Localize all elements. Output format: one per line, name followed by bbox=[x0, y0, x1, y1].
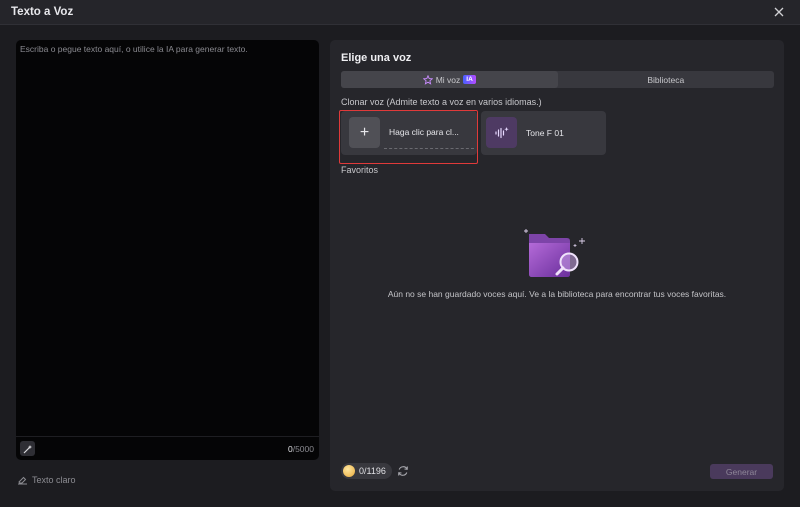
eraser-icon bbox=[18, 476, 27, 485]
clone-voice-card-label: Haga clic para cl... bbox=[389, 127, 459, 137]
credit-balance: 0/1196 bbox=[341, 463, 392, 479]
character-limit: /5000 bbox=[292, 444, 314, 454]
coin-icon bbox=[343, 465, 355, 477]
empty-folder-search-icon bbox=[524, 229, 585, 277]
tab-my-voice-label: Mi voz bbox=[435, 74, 461, 85]
credits-area: 0/1196 bbox=[341, 463, 409, 479]
voice-panel: Elige una voz Mi voz IA Biblioteca Clona… bbox=[330, 40, 784, 491]
text-editor-area: 0/5000 bbox=[16, 40, 319, 460]
character-counter: 0/5000 bbox=[288, 444, 314, 454]
panel-title: Elige una voz bbox=[341, 52, 412, 64]
tab-my-voice[interactable]: Mi voz IA bbox=[341, 71, 558, 88]
text-input[interactable] bbox=[16, 40, 319, 435]
title-bar: Texto a Voz bbox=[0, 0, 800, 25]
close-icon[interactable] bbox=[772, 5, 786, 19]
clone-voice-label: Clonar voz (Admite texto a voz en varios… bbox=[341, 97, 542, 107]
voice-tabs: Mi voz IA Biblioteca bbox=[341, 71, 774, 88]
favorites-label: Favoritos bbox=[341, 165, 379, 175]
voice-name: Tone F 01 bbox=[526, 128, 564, 138]
ai-write-button[interactable] bbox=[20, 441, 35, 456]
dashed-underline bbox=[384, 148, 474, 149]
star-icon bbox=[422, 74, 433, 85]
plus-icon: + bbox=[349, 117, 380, 148]
empty-favorites-message: Aún no se han guardado voces aquí. Ve a … bbox=[387, 289, 727, 299]
magic-pen-icon bbox=[23, 444, 32, 453]
tab-library[interactable]: Biblioteca bbox=[558, 71, 775, 88]
generate-button[interactable]: Generar bbox=[710, 464, 773, 479]
clone-voice-button[interactable]: + Haga clic para cl... bbox=[341, 111, 477, 155]
voice-card[interactable]: Tone F 01 bbox=[481, 111, 606, 155]
editor-footer: 0/5000 bbox=[16, 436, 319, 460]
ia-badge: IA bbox=[463, 75, 476, 84]
voice-wave-icon bbox=[486, 117, 517, 148]
tab-library-label: Biblioteca bbox=[647, 74, 685, 85]
clear-text-button[interactable]: Texto claro bbox=[17, 474, 76, 485]
refresh-icon[interactable] bbox=[397, 465, 409, 477]
credit-count: 0/1196 bbox=[359, 466, 386, 476]
window-title: Texto a Voz bbox=[11, 6, 74, 18]
clear-text-label: Texto claro bbox=[32, 474, 76, 485]
